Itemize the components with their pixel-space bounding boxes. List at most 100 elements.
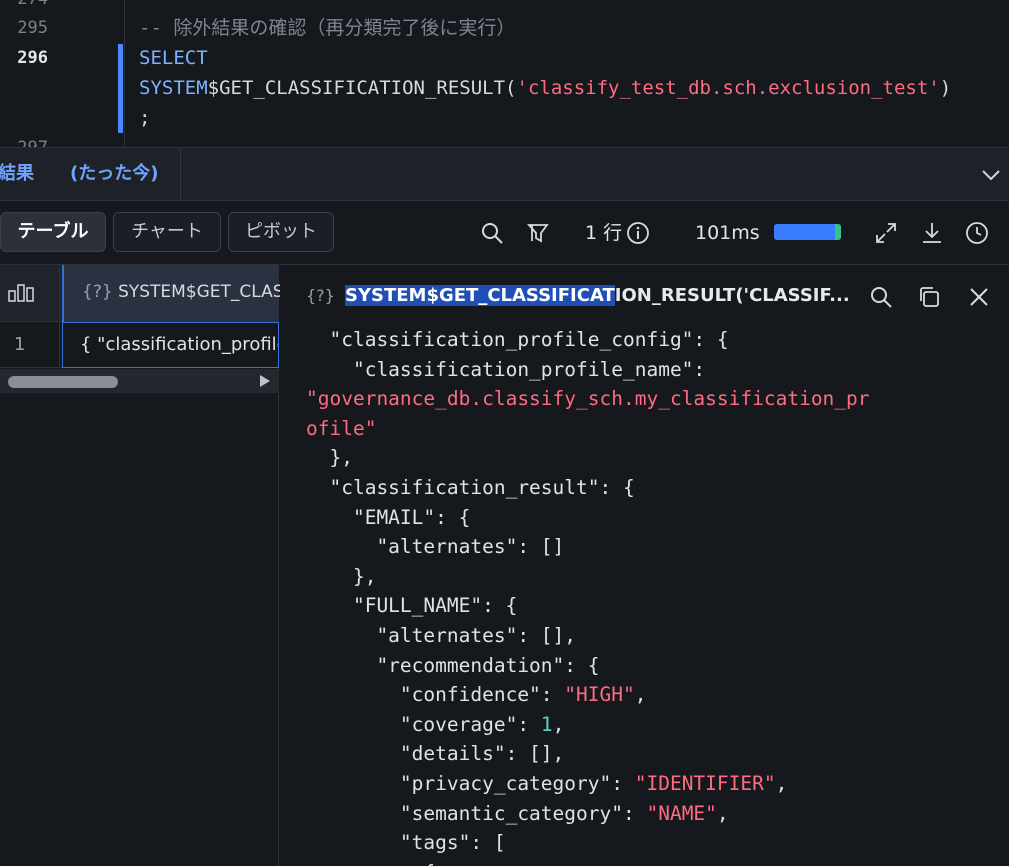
detail-title: SYSTEM$GET_CLASSIFICATION_RESULT('CLASSI… — [345, 285, 850, 306]
json-line: ofile" — [306, 414, 996, 444]
json-line: "confidence": "HIGH", — [306, 680, 996, 710]
column-type-badge: {?} — [82, 282, 113, 302]
column-header-label: {?} SYSTEM$GET_CLASSIFICATION_RESULT('CL… — [82, 282, 282, 302]
json-text: "alternates": [], — [306, 623, 577, 647]
json-text: "privacy_category": — [306, 771, 635, 795]
json-text: , — [552, 712, 565, 736]
json-text: "classification_profile_name": — [306, 357, 717, 381]
row-number: 1 — [0, 322, 60, 368]
sql-function-prefix: SYSTEM — [139, 77, 208, 99]
json-line: "governance_db.classify_sch.my_classific… — [306, 384, 996, 414]
query-duration: 101ms — [695, 222, 760, 244]
column-stats-icon — [8, 284, 34, 302]
json-text: , — [634, 683, 647, 707]
json-text: }, — [306, 564, 377, 588]
json-line: }, — [306, 562, 996, 592]
json-string: "IDENTIFIER" — [634, 771, 776, 795]
sql-comment: -- 除外結果の確認（再分類完了後に実行） — [139, 17, 516, 39]
tab-results[interactable]: 結果 — [0, 148, 34, 200]
editor-line[interactable]: 295 -- 除外結果の確認（再分類完了後に実行） — [0, 13, 1009, 43]
results-header: 結果 (たった今) — [0, 147, 1009, 201]
json-text: "classification_result": { — [306, 475, 635, 499]
table-row[interactable]: 1 { "classification_profile_config": { — [0, 322, 279, 368]
chevron-down-icon[interactable] — [979, 162, 1003, 186]
results-grid: {?} SYSTEM$GET_CLASSIFICATION_RESULT('CL… — [0, 265, 282, 866]
json-text: "semantic_category": — [306, 801, 647, 825]
json-string: "NAME" — [646, 801, 717, 825]
json-viewer[interactable]: "classification_profile_config": { "clas… — [306, 325, 996, 866]
view-pivot-button[interactable]: ピボット — [228, 212, 334, 252]
search-icon[interactable] — [480, 221, 504, 245]
line-number: 296 — [17, 48, 48, 68]
detail-title-selection: SYSTEM$GET_CLASSIFICAT — [345, 285, 615, 306]
json-line: "recommendation": { — [306, 651, 996, 681]
line-number: 274 — [0, 0, 48, 14]
download-icon[interactable] — [920, 221, 944, 245]
json-text: "alternates": [] — [306, 535, 565, 559]
column-stats-toggle[interactable] — [0, 265, 60, 322]
results-timestamp: (たった今) — [70, 163, 159, 184]
copy-icon[interactable] — [917, 285, 941, 309]
editor-line[interactable]: SYSTEM$GET_CLASSIFICATION_RESULT('classi… — [0, 73, 1009, 103]
sql-keyword: SELECT — [139, 47, 208, 69]
json-text: "coverage": — [306, 712, 541, 736]
json-line: "EMAIL": { — [306, 503, 996, 533]
column-header-text: SYSTEM$GET_CLASSIFICATION_RESULT('CLASSI… — [118, 282, 282, 302]
history-icon[interactable] — [965, 221, 989, 245]
table-cell[interactable]: { "classification_profile_config": { — [62, 322, 279, 368]
results-toolbar: テーブル チャート ピボット 1 行 101ms — [0, 201, 1009, 265]
json-line: "classification_profile_config": { — [306, 325, 996, 355]
json-text: { — [306, 861, 435, 866]
json-text: "EMAIL": { — [306, 505, 471, 529]
sql-paren: ) — [939, 77, 952, 99]
horizontal-scrollbar[interactable] — [0, 369, 279, 393]
scrollbar-thumb[interactable] — [8, 376, 118, 388]
close-icon[interactable] — [967, 285, 991, 309]
view-chart-button[interactable]: チャート — [113, 212, 221, 252]
type-badge: {?} — [306, 286, 335, 305]
detail-header: {?} SYSTEM$GET_CLASSIFICATION_RESULT('CL… — [280, 265, 1009, 327]
json-text: "FULL_NAME": { — [306, 594, 518, 618]
line-number: 297 — [0, 133, 48, 147]
divider — [180, 148, 181, 200]
json-text: "confidence": — [306, 683, 565, 707]
json-text: "classification_profile_config": { — [306, 328, 729, 351]
editor-line[interactable]: 296 SELECT — [0, 43, 1009, 73]
grid-header: {?} SYSTEM$GET_CLASSIFICATION_RESULT('CL… — [0, 265, 282, 322]
line-number: 295 — [17, 18, 48, 38]
info-icon[interactable] — [626, 221, 650, 245]
json-text: "details": [], — [306, 742, 565, 766]
expand-icon[interactable] — [874, 221, 898, 245]
sql-function-call: SYSTEM$GET_CLASSIFICATION_RESULT('classi… — [139, 73, 951, 103]
query-progress-bar — [774, 224, 841, 240]
sql-editor[interactable]: 274 295 -- 除外結果の確認（再分類完了後に実行） 296 SELECT… — [0, 0, 1009, 147]
json-line: "semantic_category": "NAME", — [306, 799, 996, 829]
column-header[interactable]: {?} SYSTEM$GET_CLASSIFICATION_RESULT('CL… — [62, 265, 282, 322]
json-text: }, — [306, 446, 353, 470]
search-icon[interactable] — [869, 285, 893, 309]
scroll-right-arrow-icon[interactable] — [260, 375, 270, 387]
detail-title-rest: ION_RESULT('CLASSIF... — [614, 285, 850, 306]
json-line: "tags": [ — [306, 828, 996, 858]
json-line: }, — [306, 443, 996, 473]
json-text: "recommendation": { — [306, 653, 600, 677]
json-line: "FULL_NAME": { — [306, 591, 996, 621]
json-line: "details": [], — [306, 739, 996, 769]
json-line: "classification_result": { — [306, 473, 996, 503]
json-string: "HIGH" — [564, 683, 635, 707]
json-line: "alternates": [] — [306, 532, 996, 562]
progress-complete-segment — [835, 224, 841, 240]
editor-line[interactable]: 274 — [0, 0, 1009, 14]
sql-string-literal: 'classify_test_db.sch.exclusion_test' — [516, 77, 940, 99]
json-text: "tags": [ — [306, 831, 506, 855]
cell-detail-panel: {?} SYSTEM$GET_CLASSIFICATION_RESULT('CL… — [280, 265, 1009, 866]
json-text: , — [775, 771, 788, 795]
json-line: "classification_profile_name": — [306, 355, 996, 385]
editor-line[interactable]: ; — [0, 103, 1009, 133]
view-table-button[interactable]: テーブル — [0, 212, 106, 252]
json-line: "privacy_category": "IDENTIFIER", — [306, 769, 996, 799]
sql-function-name: $GET_CLASSIFICATION_RESULT( — [207, 77, 517, 99]
editor-line[interactable]: 297 — [0, 133, 1009, 147]
filter-icon[interactable] — [527, 221, 551, 245]
json-string: ofile" — [306, 416, 377, 440]
